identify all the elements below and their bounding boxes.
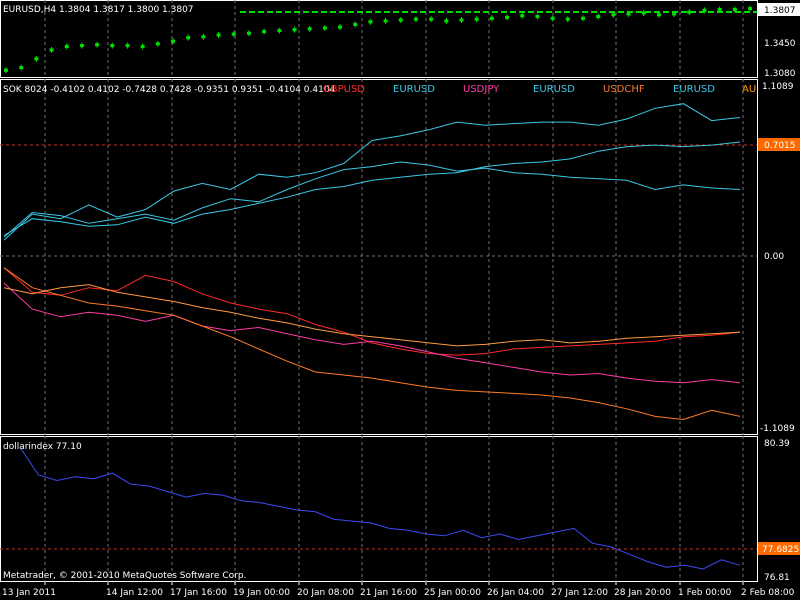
candle-body [95, 43, 100, 47]
legend-eurusd-2: EURUSD [533, 84, 575, 95]
price-chart-svg: EURUSD,H4 1.3804 1.3817 1.3800 1.3807 1.… [0, 0, 800, 78]
sok-series-eurusd-2 [3, 141, 741, 236]
candle-body [353, 22, 358, 26]
candle-body [398, 18, 403, 22]
candle-body [322, 26, 327, 30]
dollarindex-scale-ref: 77.6825 [762, 545, 799, 555]
legend-au: AU [742, 84, 756, 95]
legend-usdchf: USDCHF [603, 84, 645, 95]
sok-chart-svg: SOK 8024 -0.4102 0.4102 -0.7428 0.7428 -… [0, 79, 800, 435]
candle-body [611, 13, 616, 17]
dollarindex-panel[interactable]: dollarindex 77.10 80.39 77.6825 76.81 Me… [0, 436, 800, 582]
sok-chart-border [0, 79, 758, 435]
candle-body [34, 57, 39, 61]
price-bottom-label: 1.3080 [764, 69, 796, 78]
dollarindex-grid [44, 436, 744, 582]
legend-eurusd-3: EURUSD [673, 84, 715, 95]
dollarindex-line [19, 447, 741, 570]
current-price-label: 1.3807 [764, 6, 796, 16]
price-chart-title: EURUSD,H4 1.3804 1.3817 1.3800 1.3807 [3, 5, 194, 15]
time-label-8: 27 Jan 12:00 [551, 588, 608, 598]
time-label-5: 21 Jan 16:00 [360, 588, 417, 598]
candle-body [307, 27, 312, 31]
copyright-text: Metatrader, © 2001-2010 MetaQuotes Softw… [3, 571, 246, 581]
price-candles [4, 5, 757, 74]
candle-body [292, 28, 297, 32]
sok-scale-top: 1.1089 [762, 82, 794, 92]
candle-body [368, 20, 373, 24]
candle-body [580, 16, 585, 20]
time-label-3: 19 Jan 00:00 [233, 588, 290, 598]
sok-scale-ref: 0.7015 [764, 141, 796, 151]
candle-body [489, 16, 494, 20]
dollarindex-scale-bottom: 76.81 [764, 573, 790, 582]
candle-body [262, 30, 267, 34]
candle-body [520, 14, 525, 18]
candle-body [429, 17, 434, 21]
dollarindex-svg: dollarindex 77.10 80.39 77.6825 76.81 Me… [0, 436, 800, 582]
time-label-4: 20 Jan 08:00 [297, 588, 354, 598]
dollarindex-lines [19, 447, 741, 570]
candle-body [717, 7, 722, 11]
candle-body [413, 17, 418, 21]
time-label-0: 13 Jan 2011 [2, 588, 56, 598]
candle-body [19, 66, 24, 70]
price-chart-panel[interactable]: EURUSD,H4 1.3804 1.3817 1.3800 1.3807 1.… [0, 0, 800, 78]
time-label-11: 2 Feb 08:00 [741, 588, 795, 598]
time-axis-labels: 13 Jan 2011 14 Jan 12:00 17 Jan 16:00 19 Ja… [2, 582, 795, 598]
candle-body [64, 44, 69, 48]
candle-body [550, 16, 555, 20]
time-label-6: 25 Jan 00:00 [424, 588, 481, 598]
time-label-2: 17 Jan 16:00 [170, 588, 227, 598]
candle-body [155, 42, 160, 46]
candle-body [110, 44, 115, 48]
candle-body [79, 44, 84, 48]
sok-scale-bottom: -1.1089 [760, 424, 795, 434]
candle-body [338, 25, 343, 29]
candle-body [474, 17, 479, 21]
candle-body [505, 15, 510, 19]
candle-body [125, 44, 130, 48]
candle-body [140, 44, 145, 48]
dollarindex-scale-top: 80.39 [764, 439, 790, 449]
time-axis-svg: 13 Jan 2011 14 Jan 12:00 17 Jan 16:00 19 Ja… [2, 582, 795, 598]
sok-scale-zero: 0.00 [764, 252, 784, 262]
legend-usdjpy: USDJPY [463, 84, 500, 95]
candle-body [49, 48, 54, 52]
sok-series-gbpusd-3 [3, 267, 741, 356]
time-axis: 13 Jan 2011 14 Jan 12:00 17 Jan 16:00 19 Ja… [0, 582, 800, 600]
candle-body [444, 19, 449, 23]
candle-body [171, 39, 176, 43]
time-label-1: 14 Jan 12:00 [106, 588, 163, 598]
sok-indicator-text: SOK 8024 -0.4102 0.4102 -0.7428 0.7428 -… [3, 85, 336, 95]
candle-body [656, 13, 661, 17]
candle-body [216, 33, 221, 37]
candle-body [596, 15, 601, 19]
sok-indicator-panel[interactable]: SOK 8024 -0.4102 0.4102 -0.7428 0.7428 -… [0, 79, 800, 435]
price-mid-label: 1.3450 [764, 39, 796, 49]
candle-body [201, 35, 206, 39]
candle-body [535, 15, 540, 19]
candle-body [732, 7, 737, 11]
time-label-9: 28 Jan 20:00 [614, 588, 671, 598]
sok-lines [3, 103, 741, 421]
time-label-7: 26 Jan 04:00 [487, 588, 544, 598]
dollarindex-title: dollarindex 77.10 [3, 442, 82, 452]
candle-body [565, 17, 570, 21]
candle-body [459, 18, 464, 22]
candle-body [231, 32, 236, 36]
legend-eurusd-1: EURUSD [393, 84, 435, 95]
candle-body [246, 31, 251, 35]
candle-body [277, 29, 282, 33]
time-label-10: 1 Feb 00:00 [678, 588, 732, 598]
sok-series-usdjpy-4 [3, 282, 741, 384]
sok-series-eurusd-1 [3, 161, 741, 238]
candle-body [383, 19, 388, 23]
candle-body [186, 36, 191, 40]
candle-body [748, 7, 752, 11]
legend-gbpusd: GBPUSD [323, 84, 365, 95]
candle-body [4, 68, 8, 72]
